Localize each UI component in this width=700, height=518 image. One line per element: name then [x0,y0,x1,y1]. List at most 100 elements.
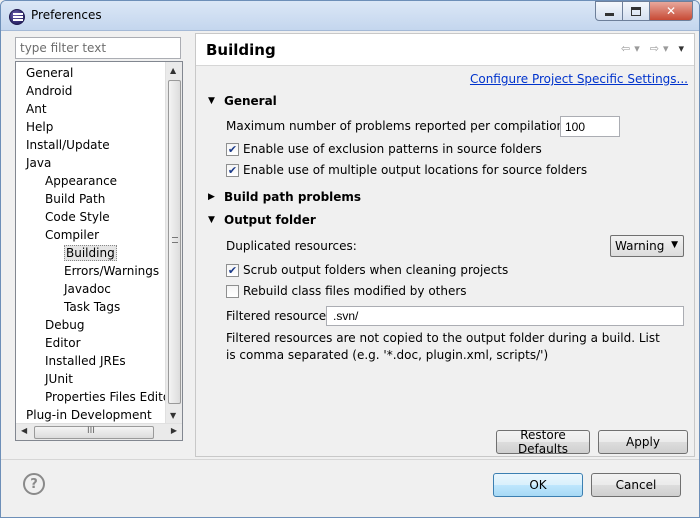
tree-item[interactable]: Building [64,244,117,262]
minimize-icon [604,12,614,16]
output-folder-header[interactable]: ▼ Output folder [208,213,316,227]
window-title: Preferences [31,8,102,22]
tree-item[interactable]: Install/Update [26,136,110,154]
general-section-title: General [224,94,277,108]
scroll-down-icon[interactable]: ▼ [170,411,176,420]
multiple-outputs-label: Enable use of multiple output locations … [243,163,588,177]
dropdown-arrow-icon: ▼ [671,240,678,250]
tree-item[interactable]: Build Path [45,190,105,208]
cancel-button[interactable]: Cancel [591,473,681,497]
help-icon[interactable]: ? [23,473,45,495]
max-problems-label: Maximum number of problems reported per … [226,119,596,133]
tree-item[interactable]: Java [26,154,51,172]
tree-item[interactable]: Installed JREs [45,352,126,370]
scrub-output-label: Scrub output folders when cleaning proje… [243,263,509,277]
duplicated-resources-row: Duplicated resources: [226,239,357,253]
max-problems-input[interactable] [560,116,620,137]
tree-item-label: Appearance [45,174,118,188]
tree-horizontal-scrollbar[interactable]: ◀ III ▶ [16,423,182,440]
tree-vscroll-thumb[interactable] [168,80,181,404]
minimize-button[interactable] [595,1,623,21]
eclipse-icon [9,9,25,25]
scroll-right-icon[interactable]: ▶ [171,426,177,435]
tree-item[interactable]: Android [26,82,72,100]
page-title: Building [206,41,276,59]
tree-item-label: Help [26,120,54,134]
general-section-header[interactable]: ▼ General [208,94,277,108]
rebuild-class-files-label: Rebuild class files modified by others [243,284,467,298]
filtered-resources-row: Filtered resources: [226,309,336,323]
configure-project-link[interactable]: Configure Project Specific Settings... [470,72,688,86]
tree-item-label: Android [26,84,73,98]
multiple-outputs-row[interactable]: ✔ Enable use of multiple output location… [226,163,587,177]
duplicated-resources-value: Warning [615,239,665,253]
exclusion-patterns-row[interactable]: ✔ Enable use of exclusion patterns in so… [226,142,542,156]
tree-item[interactable]: Plug-in Development [26,406,152,424]
tree-item[interactable]: Debug [45,316,84,334]
tree-item[interactable]: JUnit [45,370,73,388]
tree-item[interactable]: Appearance [45,172,117,190]
forward-arrow-icon[interactable]: ⇨ [650,42,659,55]
multiple-outputs-checkbox[interactable]: ✔ [226,163,239,177]
scroll-left-icon[interactable]: ◀ [21,426,27,435]
max-problems-row: Maximum number of problems reported per … [226,119,595,133]
build-path-problems-header[interactable]: ▶ Build path problems [208,190,361,204]
scrub-output-row[interactable]: ✔ Scrub output folders when cleaning pro… [226,263,508,277]
tree-hscroll-thumb[interactable]: III [34,426,154,439]
title-bar[interactable]: Preferences ✕ [1,1,699,31]
duplicated-resources-select[interactable]: Warning ▼ [610,235,684,257]
restore-defaults-button[interactable]: Restore Defaults [496,428,590,456]
tree-item[interactable]: Properties Files Edito [45,388,170,406]
tree-item-label: Task Tags [64,300,121,314]
filtered-resources-label: Filtered resources: [226,309,337,323]
filter-input[interactable] [15,37,181,59]
maximize-button[interactable] [622,1,650,21]
tree-item-label: Install/Update [26,138,110,152]
filtered-resources-input[interactable] [326,306,684,326]
duplicated-resources-label: Duplicated resources: [226,239,357,253]
rebuild-class-files-row[interactable]: Rebuild class files modified by others [226,284,467,298]
back-arrow-icon[interactable]: ⇦ [621,42,630,55]
page-header: Building ⇦ ▾ ⇨ ▾ ▾ [196,34,694,66]
tree-item[interactable]: Errors/Warnings [64,262,159,280]
tree-vertical-scrollbar[interactable]: ▲ ▼ [165,62,182,424]
tree-item-label: JUnit [45,372,73,386]
tree-item[interactable]: Task Tags [64,298,120,316]
tree-item-label: Code Style [45,210,110,224]
tree-item[interactable]: Code Style [45,208,110,226]
tree-item[interactable]: General [26,64,73,82]
tree-item[interactable]: Help [26,118,53,136]
tree-item[interactable]: Javadoc [64,280,111,298]
forward-dropdown-icon[interactable]: ▾ [663,42,669,55]
tree-item-label: Ant [26,102,47,116]
preference-tree[interactable]: General Android Ant Help Install/Update Java A… [15,61,183,441]
expanded-twisty-icon[interactable]: ▼ [208,215,220,225]
maximize-icon [631,6,641,16]
build-path-problems-title: Build path problems [224,190,362,204]
back-dropdown-icon[interactable]: ▾ [634,42,640,55]
scroll-grip-icon [172,237,178,243]
tree-item-label: General [26,66,74,80]
tree-item-label: Building [64,245,117,261]
apply-button[interactable]: Apply [598,430,688,454]
exclusion-patterns-checkbox[interactable]: ✔ [226,142,239,156]
tree-item-label: Errors/Warnings [64,264,160,278]
view-menu-icon[interactable]: ▾ [678,42,684,55]
expanded-twisty-icon[interactable]: ▼ [208,96,220,106]
tree-item-label: Properties Files Edito [45,390,171,404]
page-navigation: ⇦ ▾ ⇨ ▾ ▾ [621,42,684,55]
output-folder-title: Output folder [224,213,316,227]
collapsed-twisty-icon[interactable]: ▶ [208,192,220,202]
close-button[interactable]: ✕ [649,1,693,21]
rebuild-class-files-checkbox[interactable] [226,284,239,298]
tree-item[interactable]: Ant [26,100,47,118]
tree-item[interactable]: Editor [45,334,81,352]
tree-item-label: Installed JREs [45,354,126,368]
scroll-up-icon[interactable]: ▲ [170,66,176,75]
tree-item[interactable]: Compiler [45,226,99,244]
exclusion-patterns-label: Enable use of exclusion patterns in sour… [243,142,542,156]
scrub-output-checkbox[interactable]: ✔ [226,263,239,277]
ok-button[interactable]: OK [493,473,583,497]
hscroll-grip: III [87,426,95,436]
tree-item-label: Debug [45,318,85,332]
